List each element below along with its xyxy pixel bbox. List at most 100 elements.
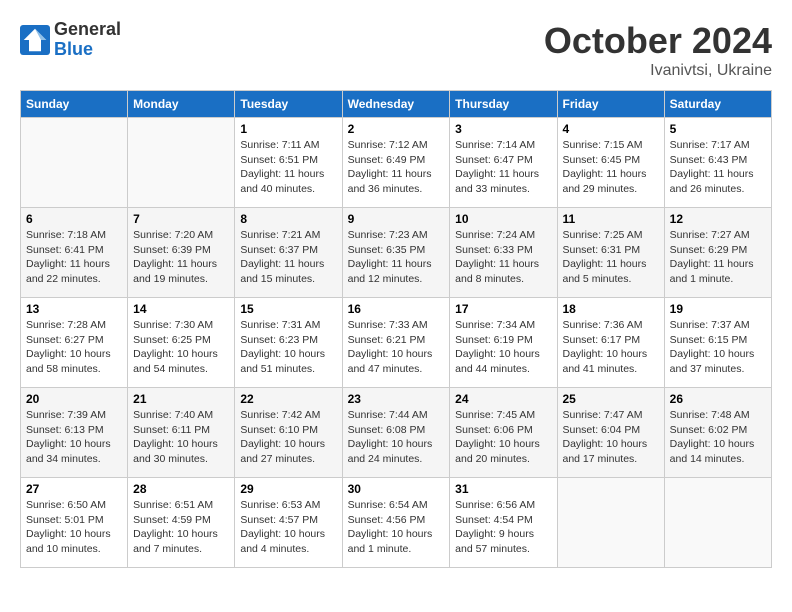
logo-text: General Blue xyxy=(54,20,121,60)
day-info: Sunrise: 7:27 AMSunset: 6:29 PMDaylight:… xyxy=(670,228,766,287)
week-row-1: 1 Sunrise: 7:11 AMSunset: 6:51 PMDaylight… xyxy=(21,118,772,208)
day-info: Sunrise: 7:34 AMSunset: 6:19 PMDaylight:… xyxy=(455,318,551,377)
day-info: Sunrise: 7:11 AMSunset: 6:51 PMDaylight:… xyxy=(240,138,336,197)
calendar-cell: 4 Sunrise: 7:15 AMSunset: 6:45 PMDaylight… xyxy=(557,118,664,208)
day-number: 26 xyxy=(670,392,766,406)
logo-blue: Blue xyxy=(54,40,121,60)
day-number: 9 xyxy=(348,212,445,226)
calendar-cell xyxy=(128,118,235,208)
day-number: 29 xyxy=(240,482,336,496)
header-wednesday: Wednesday xyxy=(342,91,450,118)
calendar-cell: 30 Sunrise: 6:54 AMSunset: 4:56 PMDayligh… xyxy=(342,478,450,568)
day-number: 15 xyxy=(240,302,336,316)
calendar-cell: 10 Sunrise: 7:24 AMSunset: 6:33 PMDayligh… xyxy=(450,208,557,298)
calendar-cell xyxy=(664,478,771,568)
day-number: 8 xyxy=(240,212,336,226)
calendar-cell: 14 Sunrise: 7:30 AMSunset: 6:25 PMDayligh… xyxy=(128,298,235,388)
day-info: Sunrise: 7:14 AMSunset: 6:47 PMDaylight:… xyxy=(455,138,551,197)
day-number: 3 xyxy=(455,122,551,136)
day-number: 21 xyxy=(133,392,229,406)
day-number: 4 xyxy=(563,122,659,136)
day-info: Sunrise: 7:39 AMSunset: 6:13 PMDaylight:… xyxy=(26,408,122,467)
week-row-3: 13Sunrise: 7:28 AMSunset: 6:27 PMDayligh… xyxy=(21,298,772,388)
day-info: Sunrise: 6:54 AMSunset: 4:56 PMDaylight:… xyxy=(348,498,445,557)
calendar-cell: 13Sunrise: 7:28 AMSunset: 6:27 PMDayligh… xyxy=(21,298,128,388)
week-row-5: 27Sunrise: 6:50 AMSunset: 5:01 PMDayligh… xyxy=(21,478,772,568)
day-info: Sunrise: 7:47 AMSunset: 6:04 PMDaylight:… xyxy=(563,408,659,467)
calendar-cell: 21 Sunrise: 7:40 AMSunset: 6:11 PMDayligh… xyxy=(128,388,235,478)
day-number: 10 xyxy=(455,212,551,226)
calendar-table: SundayMondayTuesdayWednesdayThursdayFrid… xyxy=(20,90,772,568)
calendar-cell: 22 Sunrise: 7:42 AMSunset: 6:10 PMDayligh… xyxy=(235,388,342,478)
day-number: 1 xyxy=(240,122,336,136)
day-number: 24 xyxy=(455,392,551,406)
day-info: Sunrise: 7:44 AMSunset: 6:08 PMDaylight:… xyxy=(348,408,445,467)
day-info: Sunrise: 7:17 AMSunset: 6:43 PMDaylight:… xyxy=(670,138,766,197)
day-number: 12 xyxy=(670,212,766,226)
location: Ivanivtsi, Ukraine xyxy=(544,62,772,80)
calendar-cell: 2Sunrise: 7:12 AMSunset: 6:49 PMDaylight… xyxy=(342,118,450,208)
logo: General Blue xyxy=(20,20,121,60)
day-number: 17 xyxy=(455,302,551,316)
day-info: Sunrise: 6:50 AMSunset: 5:01 PMDaylight:… xyxy=(26,498,122,557)
day-number: 25 xyxy=(563,392,659,406)
day-number: 30 xyxy=(348,482,445,496)
day-info: Sunrise: 7:33 AMSunset: 6:21 PMDaylight:… xyxy=(348,318,445,377)
day-info: Sunrise: 7:30 AMSunset: 6:25 PMDaylight:… xyxy=(133,318,229,377)
logo-general: General xyxy=(54,20,121,40)
day-number: 28 xyxy=(133,482,229,496)
day-info: Sunrise: 7:15 AMSunset: 6:45 PMDaylight:… xyxy=(563,138,659,197)
day-number: 20 xyxy=(26,392,122,406)
day-info: Sunrise: 7:25 AMSunset: 6:31 PMDaylight:… xyxy=(563,228,659,287)
calendar-cell: 15 Sunrise: 7:31 AMSunset: 6:23 PMDayligh… xyxy=(235,298,342,388)
month-title: October 2024 xyxy=(544,20,772,62)
week-row-4: 20 Sunrise: 7:39 AMSunset: 6:13 PMDayligh… xyxy=(21,388,772,478)
day-info: Sunrise: 7:23 AMSunset: 6:35 PMDaylight:… xyxy=(348,228,445,287)
calendar-cell: 23Sunrise: 7:44 AMSunset: 6:08 PMDayligh… xyxy=(342,388,450,478)
day-number: 22 xyxy=(240,392,336,406)
day-number: 19 xyxy=(670,302,766,316)
day-info: Sunrise: 6:53 AMSunset: 4:57 PMDaylight:… xyxy=(240,498,336,557)
calendar-cell: 24Sunrise: 7:45 AMSunset: 6:06 PMDayligh… xyxy=(450,388,557,478)
day-number: 13 xyxy=(26,302,122,316)
day-info: Sunrise: 7:20 AMSunset: 6:39 PMDaylight:… xyxy=(133,228,229,287)
calendar-cell: 18 Sunrise: 7:36 AMSunset: 6:17 PMDayligh… xyxy=(557,298,664,388)
day-info: Sunrise: 7:36 AMSunset: 6:17 PMDaylight:… xyxy=(563,318,659,377)
day-info: Sunrise: 7:37 AMSunset: 6:15 PMDaylight:… xyxy=(670,318,766,377)
calendar-cell: 3 Sunrise: 7:14 AMSunset: 6:47 PMDaylight… xyxy=(450,118,557,208)
day-info: Sunrise: 6:56 AMSunset: 4:54 PMDaylight:… xyxy=(455,498,551,557)
header-friday: Friday xyxy=(557,91,664,118)
calendar-cell: 19 Sunrise: 7:37 AMSunset: 6:15 PMDayligh… xyxy=(664,298,771,388)
calendar-cell: 16 Sunrise: 7:33 AMSunset: 6:21 PMDayligh… xyxy=(342,298,450,388)
calendar-cell: 11 Sunrise: 7:25 AMSunset: 6:31 PMDayligh… xyxy=(557,208,664,298)
day-info: Sunrise: 7:18 AMSunset: 6:41 PMDaylight:… xyxy=(26,228,122,287)
calendar-cell: 1 Sunrise: 7:11 AMSunset: 6:51 PMDaylight… xyxy=(235,118,342,208)
day-number: 16 xyxy=(348,302,445,316)
day-number: 5 xyxy=(670,122,766,136)
calendar-cell: 27Sunrise: 6:50 AMSunset: 5:01 PMDayligh… xyxy=(21,478,128,568)
day-info: Sunrise: 7:31 AMSunset: 6:23 PMDaylight:… xyxy=(240,318,336,377)
day-info: Sunrise: 7:42 AMSunset: 6:10 PMDaylight:… xyxy=(240,408,336,467)
day-number: 18 xyxy=(563,302,659,316)
calendar-cell: 9 Sunrise: 7:23 AMSunset: 6:35 PMDaylight… xyxy=(342,208,450,298)
day-number: 14 xyxy=(133,302,229,316)
calendar-cell xyxy=(557,478,664,568)
day-number: 11 xyxy=(563,212,659,226)
logo-icon xyxy=(20,25,50,55)
day-number: 2 xyxy=(348,122,445,136)
day-info: Sunrise: 7:24 AMSunset: 6:33 PMDaylight:… xyxy=(455,228,551,287)
calendar-cell: 26Sunrise: 7:48 AMSunset: 6:02 PMDayligh… xyxy=(664,388,771,478)
week-row-2: 6Sunrise: 7:18 AMSunset: 6:41 PMDaylight… xyxy=(21,208,772,298)
header-saturday: Saturday xyxy=(664,91,771,118)
day-info: Sunrise: 7:21 AMSunset: 6:37 PMDaylight:… xyxy=(240,228,336,287)
day-info: Sunrise: 7:40 AMSunset: 6:11 PMDaylight:… xyxy=(133,408,229,467)
header-monday: Monday xyxy=(128,91,235,118)
day-info: Sunrise: 6:51 AMSunset: 4:59 PMDaylight:… xyxy=(133,498,229,557)
calendar-cell: 12 Sunrise: 7:27 AMSunset: 6:29 PMDayligh… xyxy=(664,208,771,298)
calendar-cell: 17 Sunrise: 7:34 AMSunset: 6:19 PMDayligh… xyxy=(450,298,557,388)
header-thursday: Thursday xyxy=(450,91,557,118)
calendar-cell xyxy=(21,118,128,208)
page-header: General Blue October 2024 Ivanivtsi, Ukr… xyxy=(20,20,772,80)
calendar-cell: 6Sunrise: 7:18 AMSunset: 6:41 PMDaylight… xyxy=(21,208,128,298)
day-number: 31 xyxy=(455,482,551,496)
